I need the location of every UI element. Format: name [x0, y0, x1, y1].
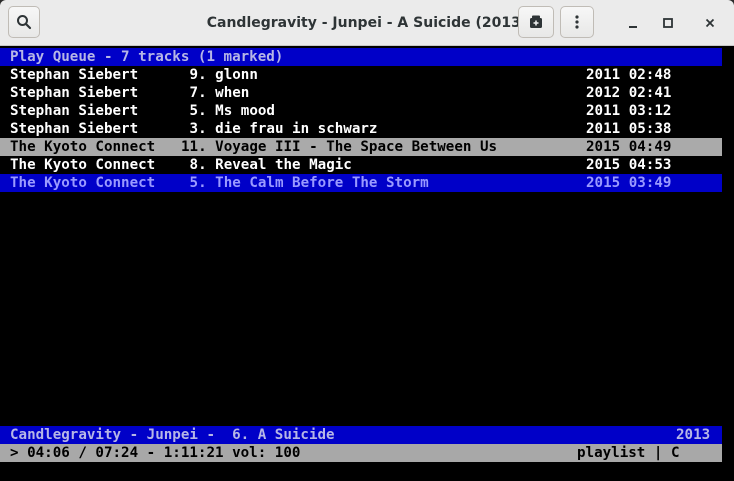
- track-title: 11. Voyage III - The Space Between Us: [181, 139, 498, 155]
- track-artist: The Kyoto Connect: [10, 175, 156, 191]
- search-icon: [17, 15, 32, 30]
- menu-button[interactable]: [560, 6, 594, 38]
- new-tab-button[interactable]: [518, 6, 554, 38]
- minimize-button[interactable]: [620, 10, 646, 36]
- track-year-duration: 2015 04:53: [586, 157, 672, 173]
- maximize-icon: [663, 18, 673, 28]
- kebab-menu-icon: [575, 15, 579, 29]
- track-year-duration: 2012 02:41: [586, 85, 672, 101]
- close-icon: [705, 18, 715, 28]
- terminal-scrollbar[interactable]: [722, 46, 734, 481]
- track-artist: Stephan Siebert: [10, 103, 139, 119]
- search-button[interactable]: [8, 6, 40, 38]
- track-title: 5. Ms mood: [181, 103, 275, 119]
- track-artist: Stephan Siebert: [10, 85, 139, 101]
- track-title: 5. The Calm Before The Storm: [181, 175, 429, 191]
- track-row[interactable]: Stephan Siebert 7. when 2012 02:41: [0, 84, 722, 102]
- queue-header-text: Play Queue - 7 tracks (1 marked): [10, 49, 284, 65]
- track-artist: The Kyoto Connect: [10, 139, 156, 155]
- track-year-duration: 2015 03:49: [586, 175, 672, 191]
- now-playing-bar: Candlegravity - Junpei - 6. A Suicide 20…: [0, 426, 722, 444]
- maximize-button[interactable]: [655, 10, 681, 36]
- track-year-duration: 2011 05:38: [586, 121, 672, 137]
- now-playing-text: Candlegravity - Junpei - 6. A Suicide: [10, 427, 335, 443]
- minimize-icon: [629, 26, 637, 28]
- track-year-duration: 2015 04:49: [586, 139, 672, 155]
- track-title: 3. die frau in schwarz: [181, 121, 378, 137]
- track-row[interactable]: The Kyoto Connect 8. Reveal the Magic 201…: [0, 156, 722, 174]
- track-artist: Stephan Siebert: [10, 121, 139, 137]
- now-playing-year: 2013: [676, 427, 711, 443]
- track-artist: The Kyoto Connect: [10, 157, 156, 173]
- track-title: 8. Reveal the Magic: [181, 157, 352, 173]
- terminal-window: Candlegravity - Junpei - A Suicide (2013…: [0, 0, 734, 481]
- playback-position: > 04:06 / 07:24 - 1:11:21 vol: 100: [10, 445, 301, 461]
- track-year-duration: 2011 02:48: [586, 67, 672, 83]
- close-button[interactable]: [697, 10, 723, 36]
- terminal-area[interactable]: Play Queue - 7 tracks (1 marked) Stephan…: [0, 46, 734, 481]
- track-row[interactable]: The Kyoto Connect 5. The Calm Before The…: [0, 174, 722, 192]
- track-row[interactable]: Stephan Siebert 3. die frau in schwarz 20…: [0, 120, 722, 138]
- track-row[interactable]: Stephan Siebert 9. glonn 2011 02:48: [0, 66, 722, 84]
- header-bar: Candlegravity - Junpei - A Suicide (2013…: [0, 0, 734, 46]
- playback-mode: playlist | C: [577, 445, 680, 461]
- track-title: 7. when: [181, 85, 250, 101]
- queue-header: Play Queue - 7 tracks (1 marked): [0, 48, 722, 66]
- track-year-duration: 2011 03:12: [586, 103, 672, 119]
- track-row[interactable]: The Kyoto Connect 11. Voyage III - The Sp…: [0, 138, 722, 156]
- playback-status-bar: > 04:06 / 07:24 - 1:11:21 vol: 100 playl…: [0, 444, 722, 462]
- new-tab-icon: [530, 15, 542, 28]
- track-title: 9. glonn: [181, 67, 258, 83]
- track-row[interactable]: Stephan Siebert 5. Ms mood 2011 03:12: [0, 102, 722, 120]
- track-artist: Stephan Siebert: [10, 67, 139, 83]
